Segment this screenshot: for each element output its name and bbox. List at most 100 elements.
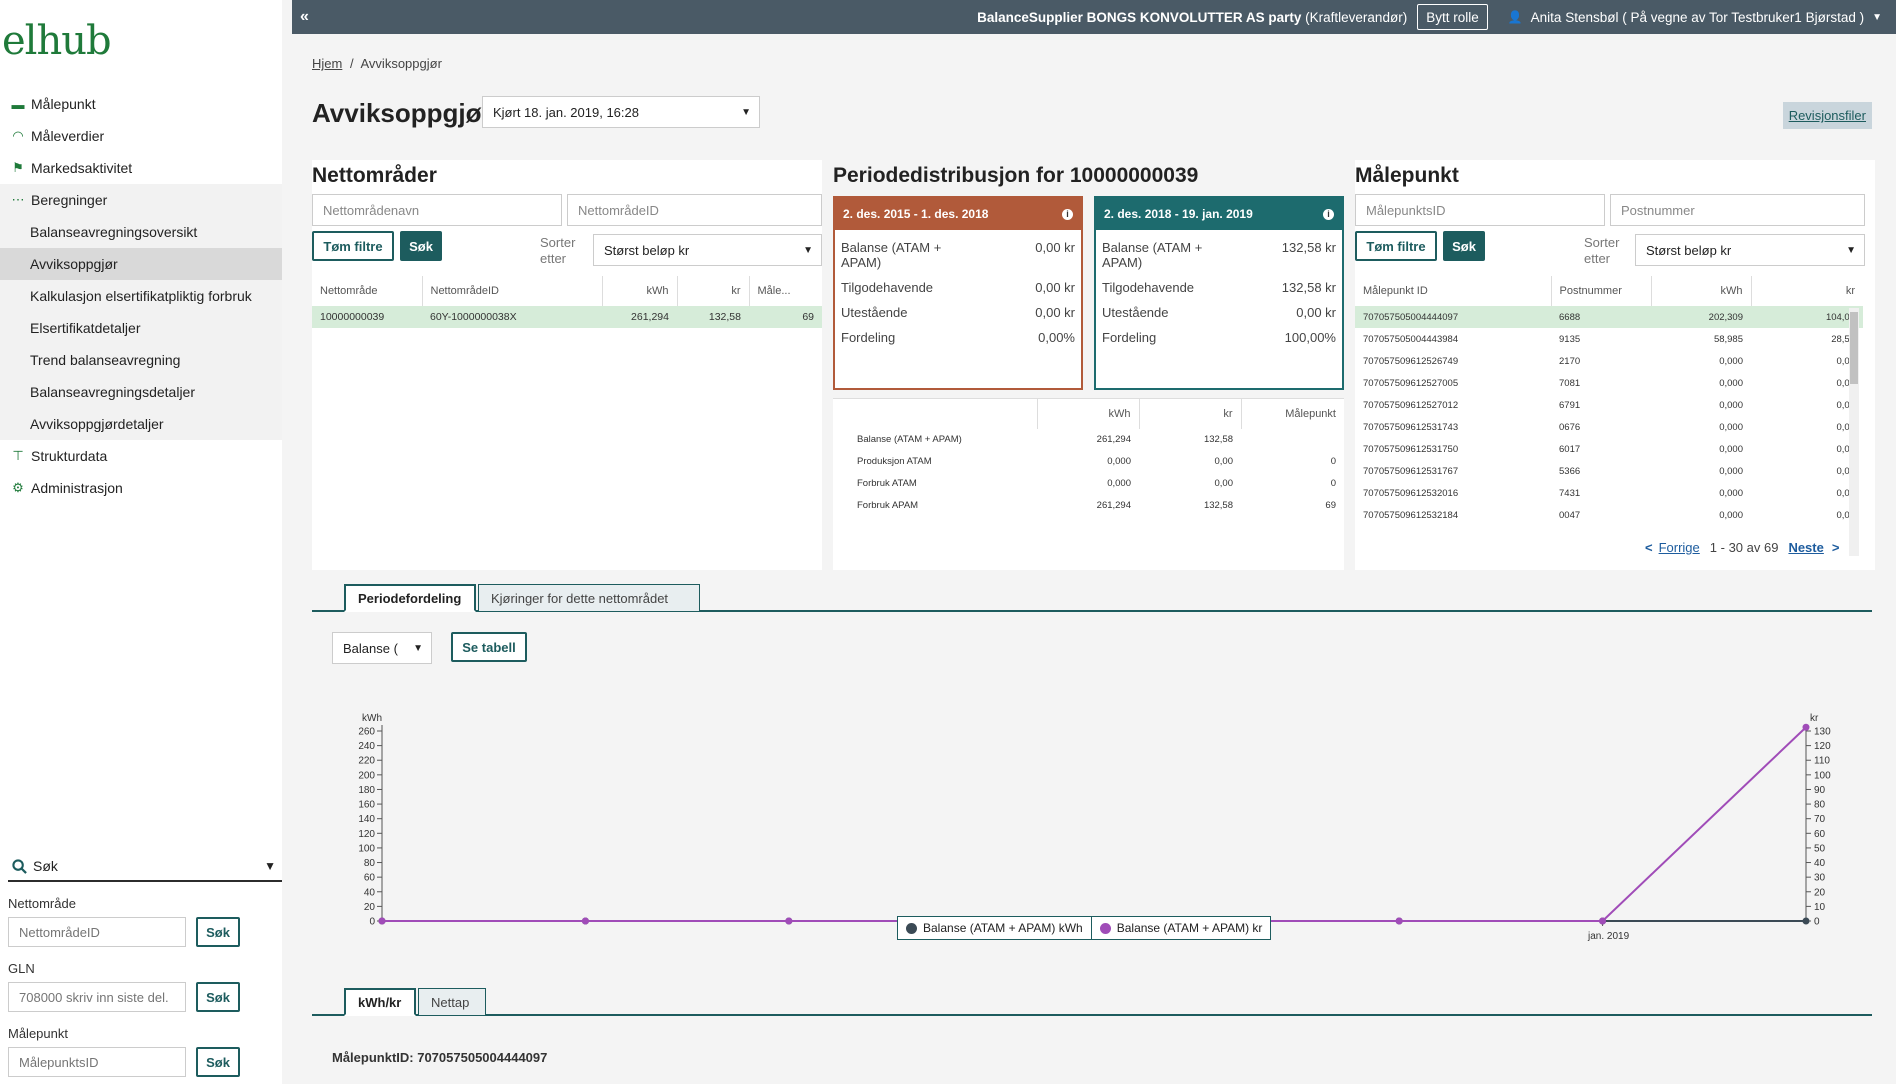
column-header[interactable]: Måle... <box>748 276 822 306</box>
party-role: (Kraftleverandør) <box>1301 9 1408 25</box>
column-header[interactable]: Postnummer <box>1550 276 1651 306</box>
search-nettomrade-button[interactable]: Søk <box>196 917 240 947</box>
nettomradenavn-input[interactable]: Nettområdenavn <box>312 194 562 226</box>
sidebar-search-header[interactable]: Søk ▼ <box>8 852 282 882</box>
sidebar-subitem[interactable]: Elsertifikatdetaljer <box>0 312 282 344</box>
table-row[interactable]: 707057509612527012 6791 0,000 0,00 <box>1355 394 1863 416</box>
period-card-current[interactable]: 2. des. 2018 - 19. jan. 2019 i Balanse (… <box>1094 196 1344 390</box>
column-header[interactable]: kr <box>676 276 749 306</box>
table-cell: 707057509612531750 <box>1363 443 1459 455</box>
sidebar-item-beregninger[interactable]: ⋯ Beregninger <box>0 184 282 216</box>
table-row[interactable]: 707057505004444097 6688 202,309 104,02 <box>1355 306 1863 328</box>
search-button[interactable]: Søk <box>400 231 442 261</box>
y-tick-label-left: 180 <box>358 785 375 796</box>
switch-role-button[interactable]: Bytt rolle <box>1417 4 1488 30</box>
table-row[interactable]: 707057509612527005 7081 0,000 0,00 <box>1355 372 1863 394</box>
info-icon[interactable]: i <box>1062 208 1073 220</box>
chevron-left-icon[interactable]: < <box>1645 540 1653 555</box>
table-cell: 9135 <box>1559 333 1581 345</box>
y-tick-label-left: 0 <box>369 917 375 928</box>
table-row[interactable]: 707057509612531743 0676 0,000 0,00 <box>1355 416 1863 438</box>
column-header[interactable]: NettområdeID <box>421 276 602 306</box>
y-tick-label-right: 0 <box>1814 917 1820 928</box>
search-malepunkt-button[interactable]: Søk <box>196 1047 240 1077</box>
sidebar-subitem[interactable]: Trend balanseavregning <box>0 344 282 376</box>
sidebar-item-markedsaktivitet[interactable]: ⚑ Markedsaktivitet <box>0 152 282 184</box>
sidebar-item-malepunkt[interactable]: ▬ Målepunkt <box>0 88 282 120</box>
sidebar-item-strukturdata[interactable]: ⊤ Strukturdata <box>0 440 282 472</box>
chevron-down-icon: ▼ <box>264 859 276 873</box>
tab-periodefordeling[interactable]: Periodefordeling <box>344 584 476 612</box>
run-select[interactable]: Kjørt 18. jan. 2019, 16:28 ▼ <box>482 96 760 128</box>
search-button[interactable]: Søk <box>1443 231 1485 261</box>
info-icon[interactable]: i <box>1323 208 1334 220</box>
search-gln-input[interactable] <box>8 982 186 1012</box>
y-tick-label-left: 20 <box>364 902 376 913</box>
scrollbar-thumb[interactable] <box>1850 312 1858 384</box>
period-card-old[interactable]: 2. des. 2015 - 1. des. 2018 i Balanse (A… <box>833 196 1083 390</box>
search-gln-button[interactable]: Søk <box>196 982 240 1012</box>
elhub-logo[interactable]: elhub <box>2 18 112 64</box>
table-row[interactable]: 707057505004443984 9135 58,985 28,56 <box>1355 328 1863 350</box>
table-row[interactable]: 10000000039 60Y-1000000038X 261,294 132,… <box>312 306 822 328</box>
chevron-right-icon[interactable]: > <box>1832 540 1840 555</box>
column-header[interactable]: kWh <box>1650 276 1751 306</box>
table-scrollbar[interactable] <box>1849 308 1859 556</box>
column-header[interactable]: Nettområde <box>312 276 422 306</box>
y-tick-label-right: 100 <box>1814 770 1831 781</box>
sidebar-subitem[interactable]: Balanseavregningsoversikt <box>0 216 282 248</box>
period-row: Balanse (ATAM + APAM) 0,00 kr <box>835 240 1081 270</box>
sort-select[interactable]: Størst beløp kr ▼ <box>1635 234 1865 266</box>
column-header[interactable]: Målepunkt ID <box>1355 276 1551 306</box>
clear-filters-button[interactable]: Tøm filtre <box>312 231 394 261</box>
period-row: Utestående 0,00 kr <box>1096 305 1342 320</box>
tab-kjoringer[interactable]: Kjøringer for dette nettområdet <box>478 584 700 612</box>
sidebar-subitem[interactable]: Avviksoppgjørdetaljer <box>0 408 282 440</box>
period-row: Balanse (ATAM + APAM) 132,58 kr <box>1096 240 1342 270</box>
sidebar-subitem[interactable]: Balanseavregningsdetaljer <box>0 376 282 408</box>
y-tick-label-right: 20 <box>1814 887 1826 898</box>
chevron-down-icon: ▼ <box>1872 11 1882 23</box>
collapse-sidebar-icon[interactable]: « <box>300 8 309 26</box>
user-menu[interactable]: 👤 Anita Stensbøl ( På vegne av Tor Testb… <box>1508 10 1882 25</box>
series-point-kr <box>1395 917 1403 925</box>
column-header[interactable]: kr <box>1750 276 1863 306</box>
table-row[interactable]: 707057509612532184 0047 0,000 0,00 <box>1355 504 1863 526</box>
caret-down-icon: ▼ <box>1846 244 1856 256</box>
revision-files-button[interactable]: Revisjonsfiler <box>1782 102 1872 129</box>
tab-kwh-kr[interactable]: kWh/kr <box>344 988 416 1016</box>
sidebar-item-administrasjon[interactable]: ⚙ Administrasjon <box>0 472 282 504</box>
legend-item-kwh[interactable]: Balanse (ATAM + APAM) kWh <box>898 917 1092 939</box>
y-tick-label-left: 40 <box>364 887 376 898</box>
chart-series-select[interactable]: Balanse ( ▼ <box>332 632 432 664</box>
y-tick-label-right: 40 <box>1814 858 1826 869</box>
sidebar-item-maleverdier[interactable]: ◠ Måleverdier <box>0 120 282 152</box>
postnummer-input[interactable]: Postnummer <box>1610 194 1865 226</box>
malepunktsid-input[interactable]: MålepunktsID <box>1355 194 1605 226</box>
table-cell: Forbruk APAM <box>857 500 919 511</box>
sidebar-subitem[interactable]: Kalkulasjon elsertifikatpliktig forbruk <box>0 280 282 312</box>
period-row-value: 0,00 kr <box>1035 240 1075 255</box>
sidebar-subitem-active[interactable]: Avviksoppgjør <box>0 248 282 280</box>
sort-select-value: Størst beløp kr <box>604 242 690 258</box>
table-row[interactable]: 707057509612531750 6017 0,000 0,00 <box>1355 438 1863 460</box>
clear-filters-button[interactable]: Tøm filtre <box>1355 231 1437 261</box>
pager-next-link[interactable]: Neste <box>1788 540 1823 555</box>
search-nettomrade-input[interactable] <box>8 917 186 947</box>
breadcrumb-home-link[interactable]: Hjem <box>312 56 342 71</box>
column-header[interactable]: kWh <box>601 276 677 306</box>
show-table-button[interactable]: Se tabell <box>451 632 527 662</box>
column-header: Målepunkt <box>1240 398 1344 429</box>
pager-prev-link[interactable]: Forrige <box>1659 540 1700 555</box>
sort-select[interactable]: Størst beløp kr ▼ <box>593 234 822 266</box>
table-row[interactable]: 707057509612532016 7431 0,000 0,00 <box>1355 482 1863 504</box>
nettomradeid-input[interactable]: NettområdeID <box>567 194 822 226</box>
table-cell: 202,309 <box>1651 306 1751 328</box>
y-tick-label-left: 140 <box>358 814 375 825</box>
table-row[interactable]: 707057509612531767 5366 0,000 0,00 <box>1355 460 1863 482</box>
table-row[interactable]: 707057509612526749 2170 0,000 0,00 <box>1355 350 1863 372</box>
tab-nettap[interactable]: Nettap <box>418 988 486 1016</box>
legend-item-kr[interactable]: Balanse (ATAM + APAM) kr <box>1092 917 1271 939</box>
search-malepunkt-input[interactable] <box>8 1047 186 1077</box>
table-cell: 6017 <box>1559 443 1581 455</box>
